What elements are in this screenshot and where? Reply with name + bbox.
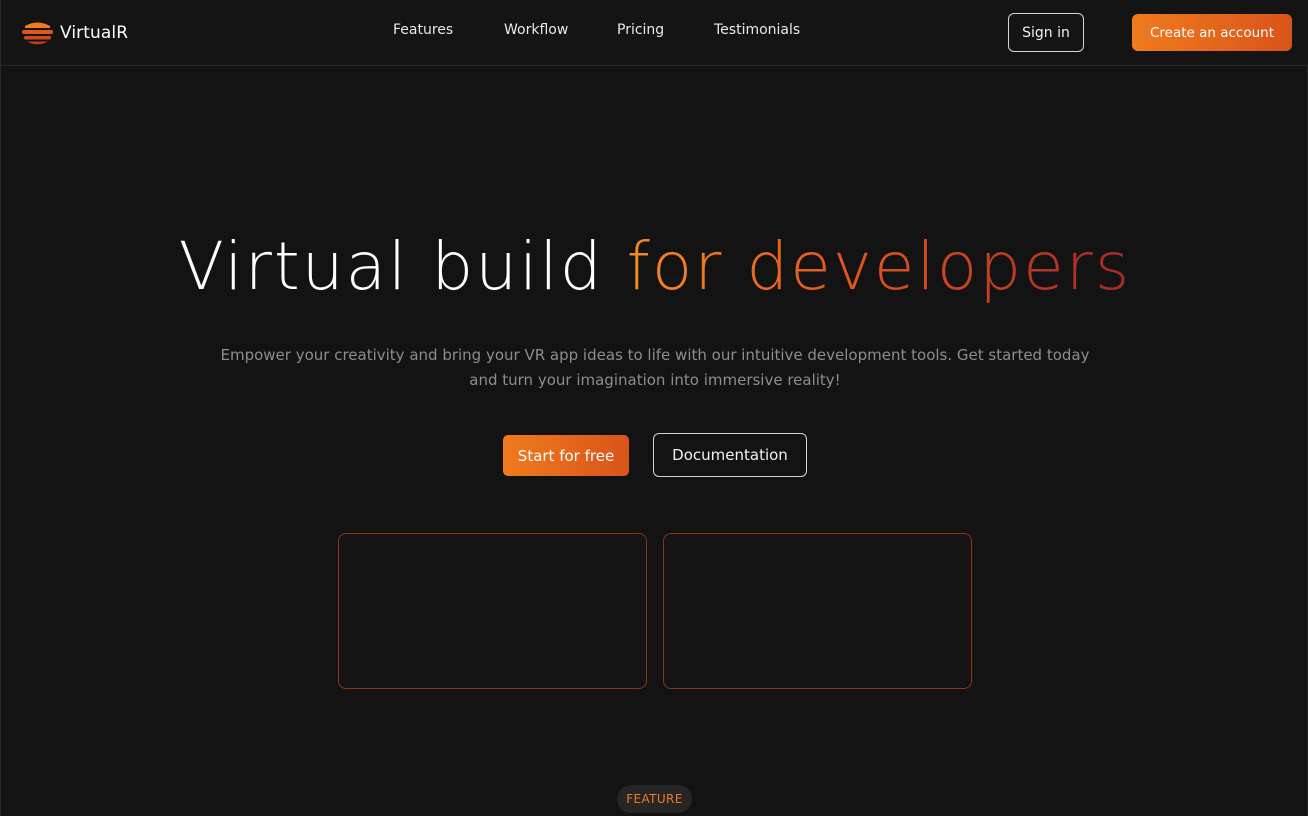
navbar: VirtualR Features Workflow Pricing Testi… [1, 0, 1308, 66]
documentation-button[interactable]: Documentation [653, 433, 807, 477]
nav-link-workflow[interactable]: Workflow [504, 22, 568, 38]
hero-title-accent: for developers [626, 228, 1132, 305]
nav-link-pricing[interactable]: Pricing [617, 22, 664, 38]
brand-name: VirtualR [60, 23, 129, 43]
create-account-button[interactable]: Create an account [1132, 14, 1292, 51]
hero-subtitle: Empower your creativity and bring your V… [220, 346, 1090, 389]
hero-title: Virtual build for developers [1, 222, 1308, 312]
sign-in-button[interactable]: Sign in [1008, 13, 1084, 52]
brand-logo-link[interactable]: VirtualR [21, 18, 128, 48]
video-frame-right[interactable] [663, 533, 972, 689]
hero-title-plain: Virtual build [178, 228, 627, 305]
stacked-bars-logo-icon [22, 22, 53, 45]
page: VirtualR Features Workflow Pricing Testi… [0, 0, 1308, 816]
start-for-free-button[interactable]: Start for free [503, 435, 629, 476]
nav-link-testimonials[interactable]: Testimonials [714, 22, 800, 38]
nav-link-features[interactable]: Features [393, 22, 453, 38]
feature-section-badge: FEATURE [617, 785, 692, 813]
video-frame-left[interactable] [338, 533, 647, 689]
